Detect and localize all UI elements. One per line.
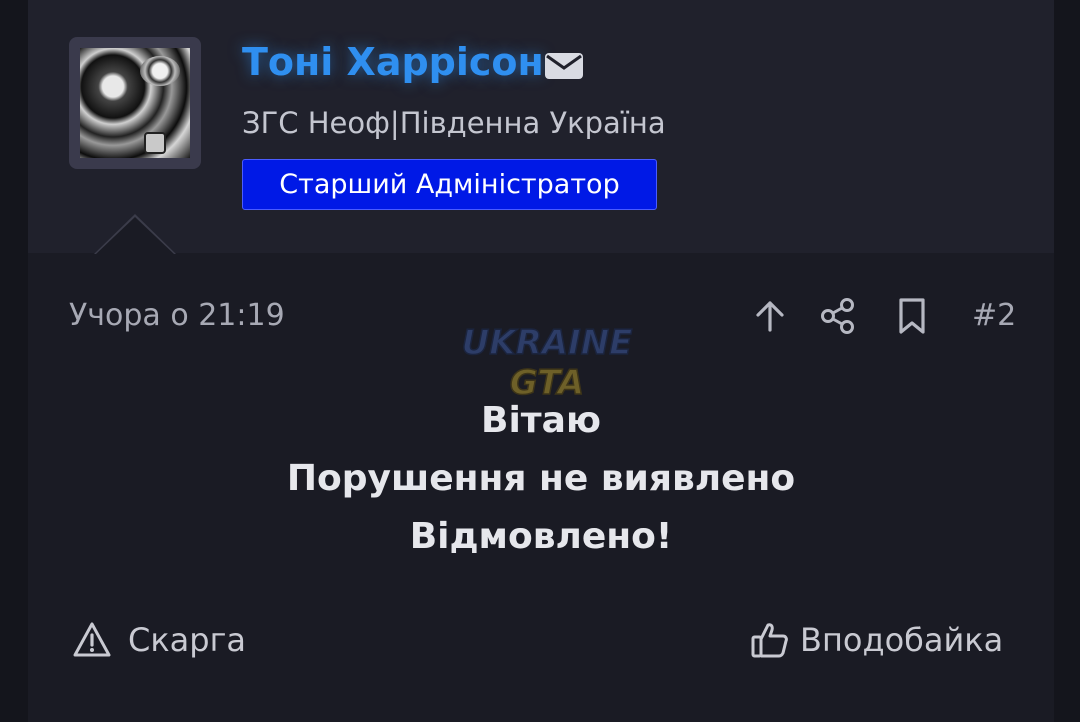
message-line: Вітаю xyxy=(481,400,601,441)
bookmark-icon[interactable] xyxy=(892,296,932,336)
header-pointer-fill xyxy=(96,217,174,254)
page-frame: Тоні Харрісон ЗГС Неоф|Південна Україна … xyxy=(0,0,1080,722)
watermark-line1: UKRAINE xyxy=(462,323,633,363)
envelope-icon[interactable] xyxy=(544,52,584,80)
report-button[interactable]: Скарга xyxy=(72,618,246,662)
thumbs-up-icon xyxy=(751,623,788,658)
warning-icon xyxy=(73,622,111,657)
username-link[interactable]: Тоні Харрісон xyxy=(242,40,544,84)
post-timestamp[interactable]: Учора о 21:19 xyxy=(69,298,285,333)
user-custom-title: ЗГС Неоф|Південна Україна xyxy=(242,106,666,140)
avatar[interactable] xyxy=(80,48,190,158)
share-icon[interactable] xyxy=(818,296,858,336)
rank-badge: Старший Адміністратор xyxy=(242,159,657,210)
post-message: Вітаю Порушення не виявлено Відмовлено! xyxy=(28,392,1054,566)
avatar-frame[interactable] xyxy=(69,37,201,169)
report-label: Скарга xyxy=(128,621,247,659)
message-line: Порушення не виявлено xyxy=(286,458,796,499)
post-number-link[interactable]: #2 xyxy=(972,298,1016,333)
user-header: Тоні Харрісон ЗГС Неоф|Південна Україна … xyxy=(28,0,1054,253)
message-line: Відмовлено! xyxy=(409,516,673,557)
like-label: Вподобайка xyxy=(800,621,1004,659)
arrow-up-icon[interactable] xyxy=(750,296,790,336)
forum-post: Тоні Харрісон ЗГС Неоф|Південна Україна … xyxy=(28,0,1054,722)
like-button[interactable]: Вподобайка xyxy=(750,618,1003,662)
